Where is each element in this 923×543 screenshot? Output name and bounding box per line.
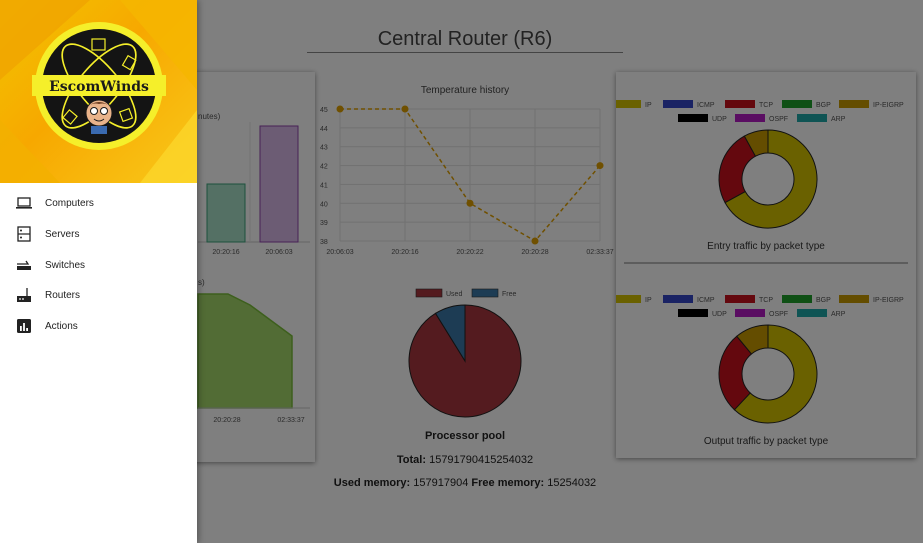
nav-label-computers: Computers: [45, 197, 94, 209]
router-icon: [15, 286, 33, 304]
laptop-icon: [15, 194, 33, 212]
navigation-drawer: EscomWinds Computers Servers Switches Ro…: [0, 0, 197, 543]
escomwinds-logo: EscomWinds: [0, 0, 197, 183]
nav-item-routers[interactable]: Routers: [0, 280, 197, 310]
nav-label-routers: Routers: [45, 289, 81, 301]
server-icon: [15, 225, 33, 243]
app-stage: Central Router (R6) nutes) 20:20:16 20:0…: [0, 0, 923, 543]
nav-item-actions[interactable]: Actions: [0, 311, 197, 341]
nav-item-computers[interactable]: Computers: [0, 188, 197, 218]
switch-icon: [15, 256, 33, 274]
nav-item-servers[interactable]: Servers: [0, 219, 197, 249]
bar-chart-icon: [15, 317, 33, 335]
nav-item-switches[interactable]: Switches: [0, 250, 197, 280]
nav-label-servers: Servers: [45, 228, 80, 240]
nav-label-actions: Actions: [45, 320, 78, 332]
logo-text: EscomWinds: [49, 79, 149, 95]
nav-label-switches: Switches: [45, 259, 86, 271]
drawer-header: EscomWinds: [0, 0, 197, 183]
